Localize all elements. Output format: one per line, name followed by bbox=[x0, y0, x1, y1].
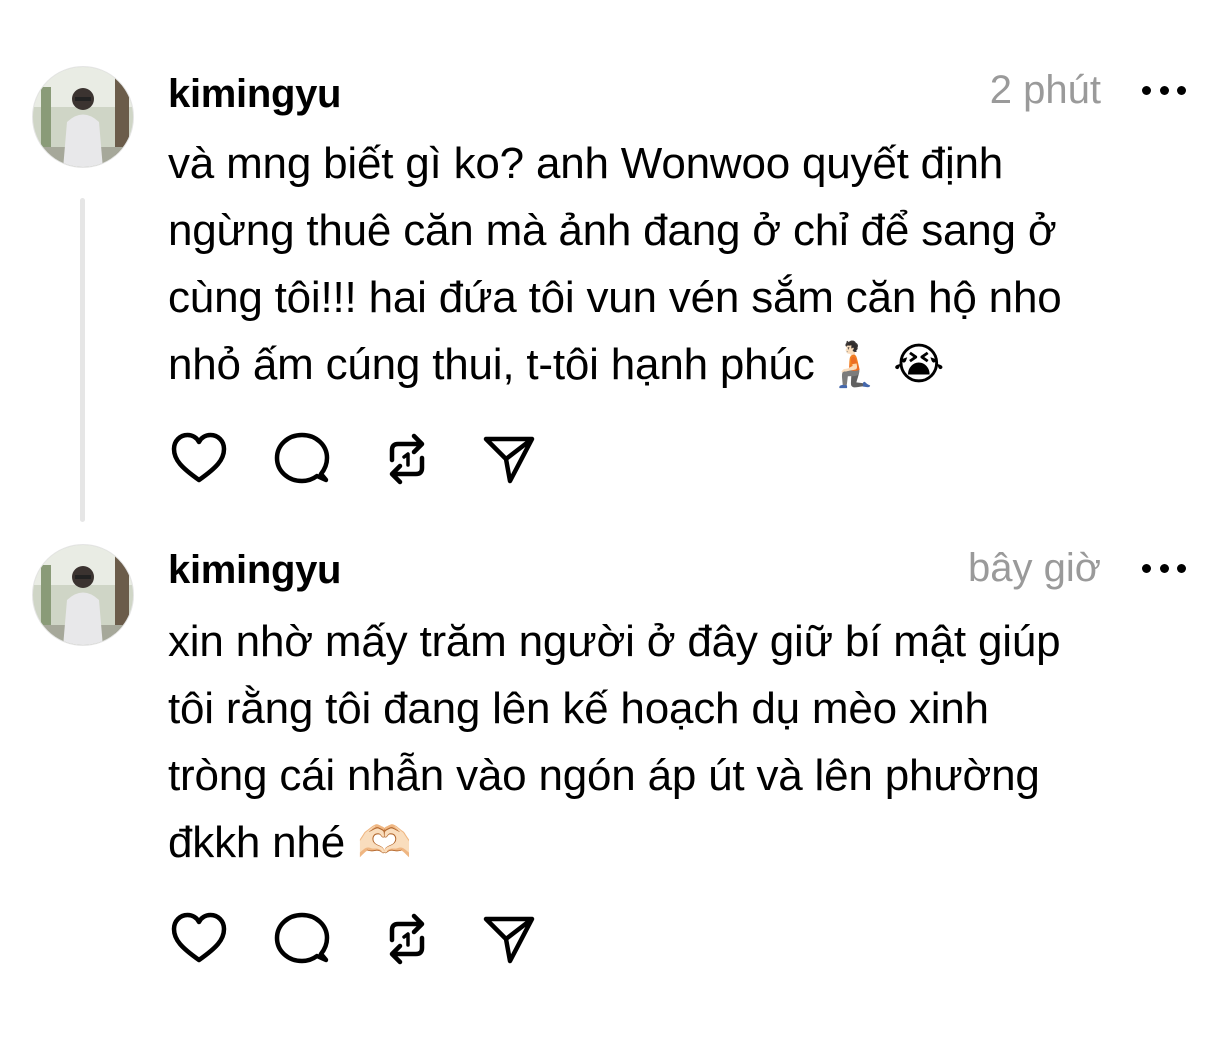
heart-icon[interactable] bbox=[170, 430, 228, 488]
timestamp: 2 phút bbox=[989, 68, 1101, 112]
more-options-icon[interactable] bbox=[1142, 80, 1186, 100]
comment-icon[interactable] bbox=[272, 910, 330, 968]
post-text: xin nhờ mấy trăm người ở đây giữ bí mật … bbox=[168, 617, 1061, 867]
repost-icon[interactable] bbox=[378, 910, 436, 968]
username[interactable]: kimingyu bbox=[168, 546, 341, 594]
post-text: và mng biết gì ko? anh Wonwoo quyết định… bbox=[168, 139, 1062, 389]
thread-post: kimingyu bây giờ xin nhờ mấy trăm người … bbox=[0, 530, 1205, 1030]
timestamp: bây giờ bbox=[968, 546, 1101, 590]
comment-icon[interactable] bbox=[272, 430, 330, 488]
thread-line bbox=[80, 198, 85, 522]
heart-icon[interactable] bbox=[170, 910, 228, 968]
repost-icon[interactable] bbox=[378, 430, 436, 488]
share-icon[interactable] bbox=[480, 910, 538, 968]
username[interactable]: kimingyu bbox=[168, 70, 341, 118]
more-options-icon[interactable] bbox=[1142, 558, 1186, 578]
share-icon[interactable] bbox=[480, 430, 538, 488]
thread-post: kimingyu 2 phút và mng biết gì ko? anh W… bbox=[0, 0, 1205, 530]
avatar[interactable] bbox=[32, 544, 134, 646]
avatar[interactable] bbox=[32, 66, 134, 168]
